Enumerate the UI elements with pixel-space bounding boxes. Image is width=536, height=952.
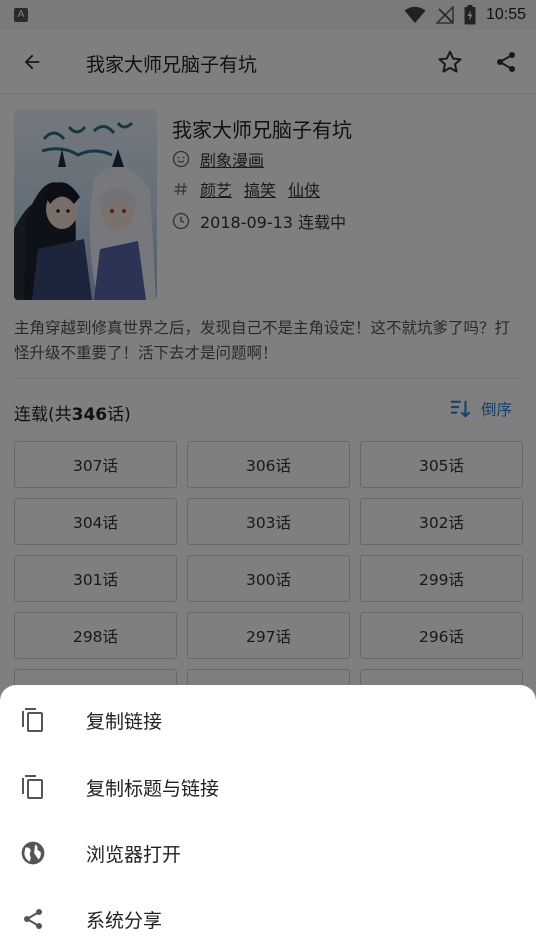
copy-title-link-label: 复制标题与链接 bbox=[86, 777, 220, 800]
copy-icon bbox=[20, 774, 46, 800]
copy-title-link-item[interactable]: 复制标题与链接 bbox=[0, 754, 536, 820]
system-share-item[interactable]: 系统分享 bbox=[0, 886, 536, 952]
share-icon bbox=[20, 906, 46, 932]
copy-icon bbox=[20, 707, 46, 733]
copy-link-label: 复制链接 bbox=[86, 710, 163, 733]
open-in-browser-label: 浏览器打开 bbox=[86, 843, 182, 866]
globe-icon bbox=[20, 840, 46, 866]
share-bottom-sheet: 复制链接 复制标题与链接 浏览器打开 系统分享 bbox=[0, 685, 536, 952]
system-share-label: 系统分享 bbox=[86, 909, 163, 932]
copy-link-item[interactable]: 复制链接 bbox=[0, 687, 536, 753]
open-in-browser-item[interactable]: 浏览器打开 bbox=[0, 820, 536, 886]
